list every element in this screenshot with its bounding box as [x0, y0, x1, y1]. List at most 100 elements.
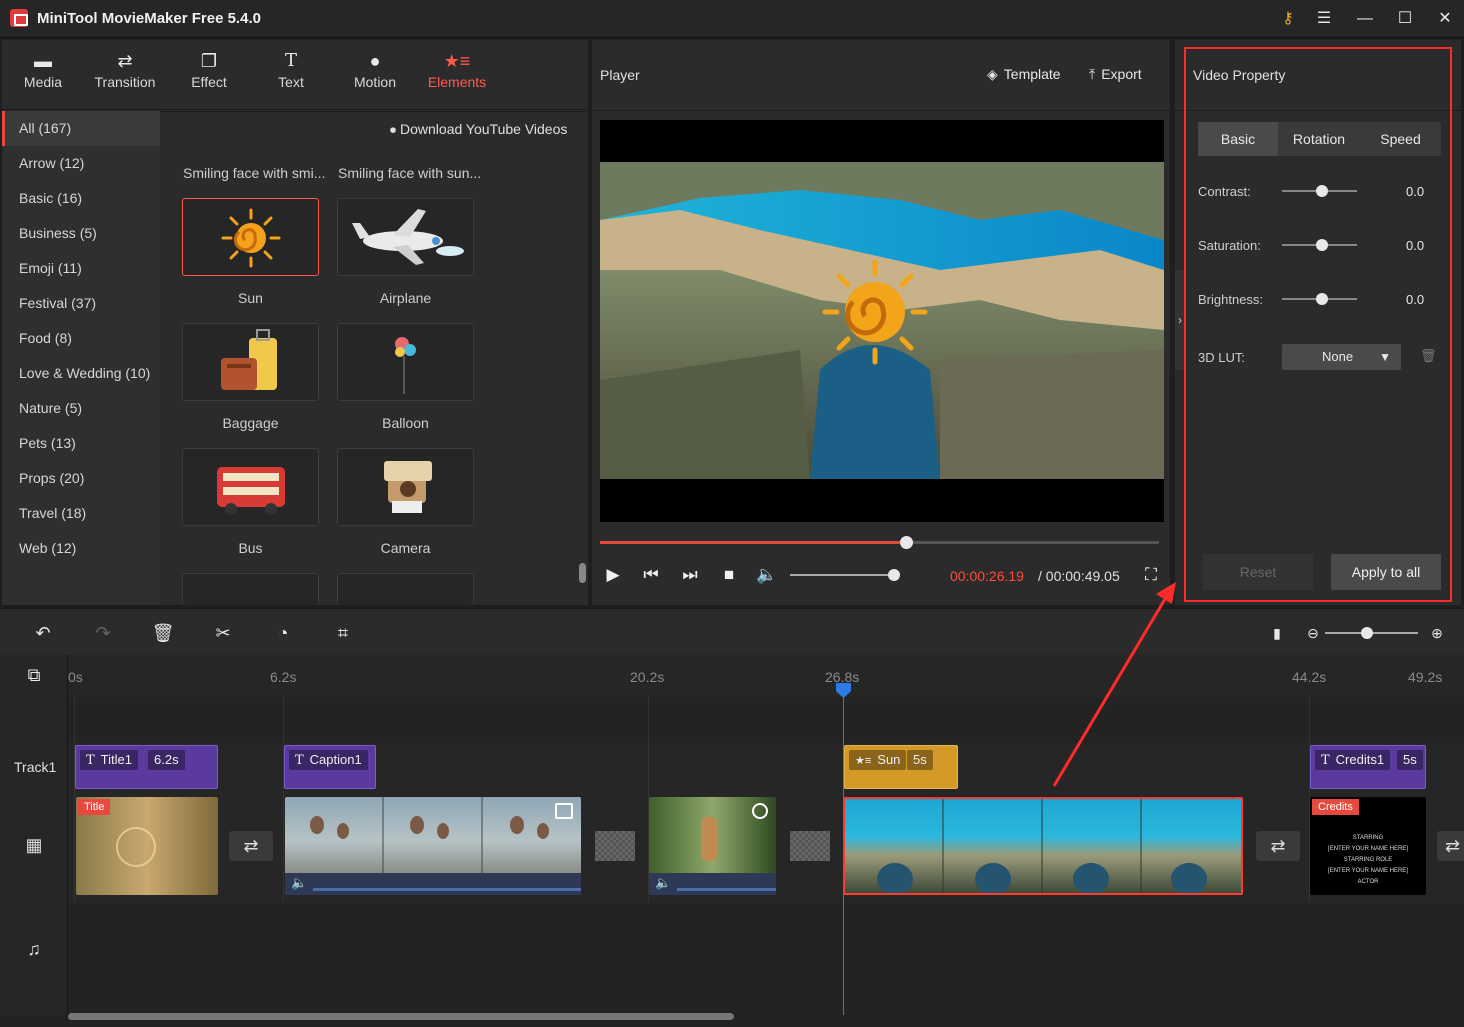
play-icon[interactable]: ▶ [602, 564, 624, 586]
empty-transition-slot[interactable] [595, 831, 635, 861]
empty-transition-slot[interactable] [790, 831, 830, 861]
element-label: Balloon [382, 415, 429, 431]
element-thumb-baggage[interactable] [182, 323, 319, 401]
category-item-emoji[interactable]: Emoji (11) [2, 251, 160, 286]
tab-motion[interactable]: ● Motion [334, 48, 416, 104]
split-scissors-icon[interactable]: ✂ [211, 621, 235, 645]
library-tabs: ▬ Media ⇄ Transition ❐ Effect T Text ● M… [2, 40, 588, 110]
category-item-travel[interactable]: Travel (18) [2, 496, 160, 531]
video-clip-forest[interactable]: 🔈 [649, 797, 776, 895]
clip-audio-strip: 🔈 [649, 873, 776, 895]
tab-text[interactable]: T Text [250, 48, 332, 104]
category-item-nature[interactable]: Nature (5) [2, 391, 160, 426]
add-track-icon[interactable]: ⧉ [22, 665, 46, 689]
tab-effect[interactable]: ❐ Effect [168, 48, 250, 104]
ruler-tick-label: 20.2s [630, 669, 665, 685]
category-item-props[interactable]: Props (20) [2, 461, 160, 496]
template-button[interactable]: ◈ Template [987, 66, 1061, 83]
category-item-love-wedding[interactable]: Love & Wedding (10) [2, 356, 160, 391]
ruler-tick-label: 49.2s [1408, 669, 1443, 685]
beach-thumbnail [877, 799, 1207, 893]
export-button[interactable]: ⤒ Export [1089, 66, 1142, 83]
sun-icon [221, 208, 281, 268]
tab-transition[interactable]: ⇄ Transition [84, 48, 166, 104]
text-track-lane [68, 743, 1464, 791]
video-preview[interactable] [600, 120, 1164, 522]
video-clip-balloons[interactable]: 🔈 [285, 797, 581, 895]
category-item-food[interactable]: Food (8) [2, 321, 160, 356]
element-thumb-balloon[interactable] [337, 323, 474, 401]
category-item-basic[interactable]: Basic (16) [2, 181, 160, 216]
element-thumb-sun[interactable] [182, 198, 319, 276]
speaker-icon: 🔈 [655, 875, 672, 890]
annotation-arrow [1052, 582, 1176, 787]
element-thumb[interactable] [337, 573, 474, 605]
seekbar-handle[interactable] [899, 536, 913, 549]
ruler-tick-label: 44.2s [1292, 669, 1327, 685]
zoom-handle[interactable] [1361, 627, 1373, 639]
volume-slider[interactable] [790, 574, 893, 576]
delete-icon[interactable]: 🗑 [151, 621, 175, 645]
transition-slot[interactable]: ⇄ [1256, 831, 1300, 861]
zoom-in-icon[interactable]: ⊕ [1425, 621, 1449, 645]
text-clip-caption1[interactable]: T Caption1 [284, 745, 376, 789]
element-clip-sun[interactable]: ★≡ Sun 5s [844, 745, 958, 789]
key-icon[interactable]: ⚷ [1275, 6, 1301, 32]
video-clip-credits[interactable]: Credits STARRING [ENTER YOUR NAME HERE] … [1310, 797, 1426, 895]
video-clip-title[interactable]: Title [76, 797, 218, 895]
video-clip-beach-selected[interactable] [843, 797, 1243, 895]
current-time: 00:00:26.19 [950, 568, 1024, 584]
menu-icon[interactable]: ☰ [1311, 6, 1337, 32]
balloon-icon [395, 337, 416, 394]
text-clip-credits1[interactable]: T Credits1 5s [1310, 745, 1426, 789]
element-thumb-bus[interactable] [182, 448, 319, 526]
maximize-icon[interactable]: ☐ [1392, 6, 1418, 32]
close-icon[interactable]: ✕ [1432, 6, 1458, 32]
speaker-icon: 🔈 [291, 875, 308, 890]
previous-frame-icon[interactable]: ⏮ [640, 564, 662, 586]
layers-icon: ◈ [987, 66, 998, 82]
clip-audio-strip: 🔈 [285, 873, 581, 895]
camera-icon [384, 461, 432, 513]
redo-icon[interactable]: ↷ [91, 621, 115, 645]
divider [592, 110, 1170, 111]
category-item-business[interactable]: Business (5) [2, 216, 160, 251]
library-scrollbar[interactable] [579, 563, 586, 583]
minimize-icon[interactable]: — [1352, 6, 1378, 32]
timeline: ⧉ Track1 ▦ ♫ 0s 6.2s 20.2s 26.8s 44.2s 4… [0, 655, 1464, 1027]
transition-slot[interactable]: ⇄ [229, 831, 273, 861]
clip-tag: Credits [1312, 799, 1359, 815]
stop-icon[interactable]: ■ [718, 564, 740, 586]
element-thumb-camera[interactable] [337, 448, 474, 526]
category-item-festival[interactable]: Festival (37) [2, 286, 160, 321]
audio-track-lane [68, 903, 1464, 1003]
youtube-icon: ⏺ [390, 123, 397, 137]
baggage-icon [221, 329, 277, 390]
transition-arrows-icon: ⇄ [117, 51, 133, 71]
category-item-all[interactable]: All (167) [2, 111, 160, 146]
clip-duration: 6.2s [148, 750, 185, 770]
tab-media[interactable]: ▬ Media [2, 48, 84, 104]
text-clip-title1[interactable]: T Title1 6.2s [75, 745, 218, 789]
zoom-out-icon[interactable]: ⊖ [1301, 621, 1325, 645]
category-item-arrow[interactable]: Arrow (12) [2, 146, 160, 181]
element-thumb-airplane[interactable] [337, 198, 474, 276]
category-item-pets[interactable]: Pets (13) [2, 426, 160, 461]
download-youtube-button[interactable]: ⏺ Download YouTube Videos [390, 121, 567, 138]
divider [160, 111, 588, 112]
crop-icon[interactable]: ⌗ [331, 621, 355, 645]
time-ruler[interactable]: 0s 6.2s 20.2s 26.8s 44.2s 49.2s [68, 655, 1464, 697]
speed-gauge-icon[interactable]: ◔ [271, 621, 295, 645]
tab-elements[interactable]: ★≡ Elements [416, 48, 498, 104]
playback-seekbar[interactable] [600, 536, 1159, 549]
element-thumb[interactable] [182, 573, 319, 605]
volume-icon[interactable]: 🔈 [756, 564, 778, 586]
timeline-scrollbar[interactable] [68, 1013, 734, 1020]
undo-icon[interactable]: ↶ [31, 621, 55, 645]
volume-handle[interactable] [888, 569, 900, 581]
category-item-web[interactable]: Web (12) [2, 531, 160, 566]
next-frame-icon[interactable]: ⏭ [679, 564, 701, 586]
player-title: Player [600, 67, 640, 83]
fit-timeline-icon[interactable]: ▮ [1265, 621, 1289, 645]
transition-slot[interactable]: ⇄ [1437, 831, 1464, 861]
